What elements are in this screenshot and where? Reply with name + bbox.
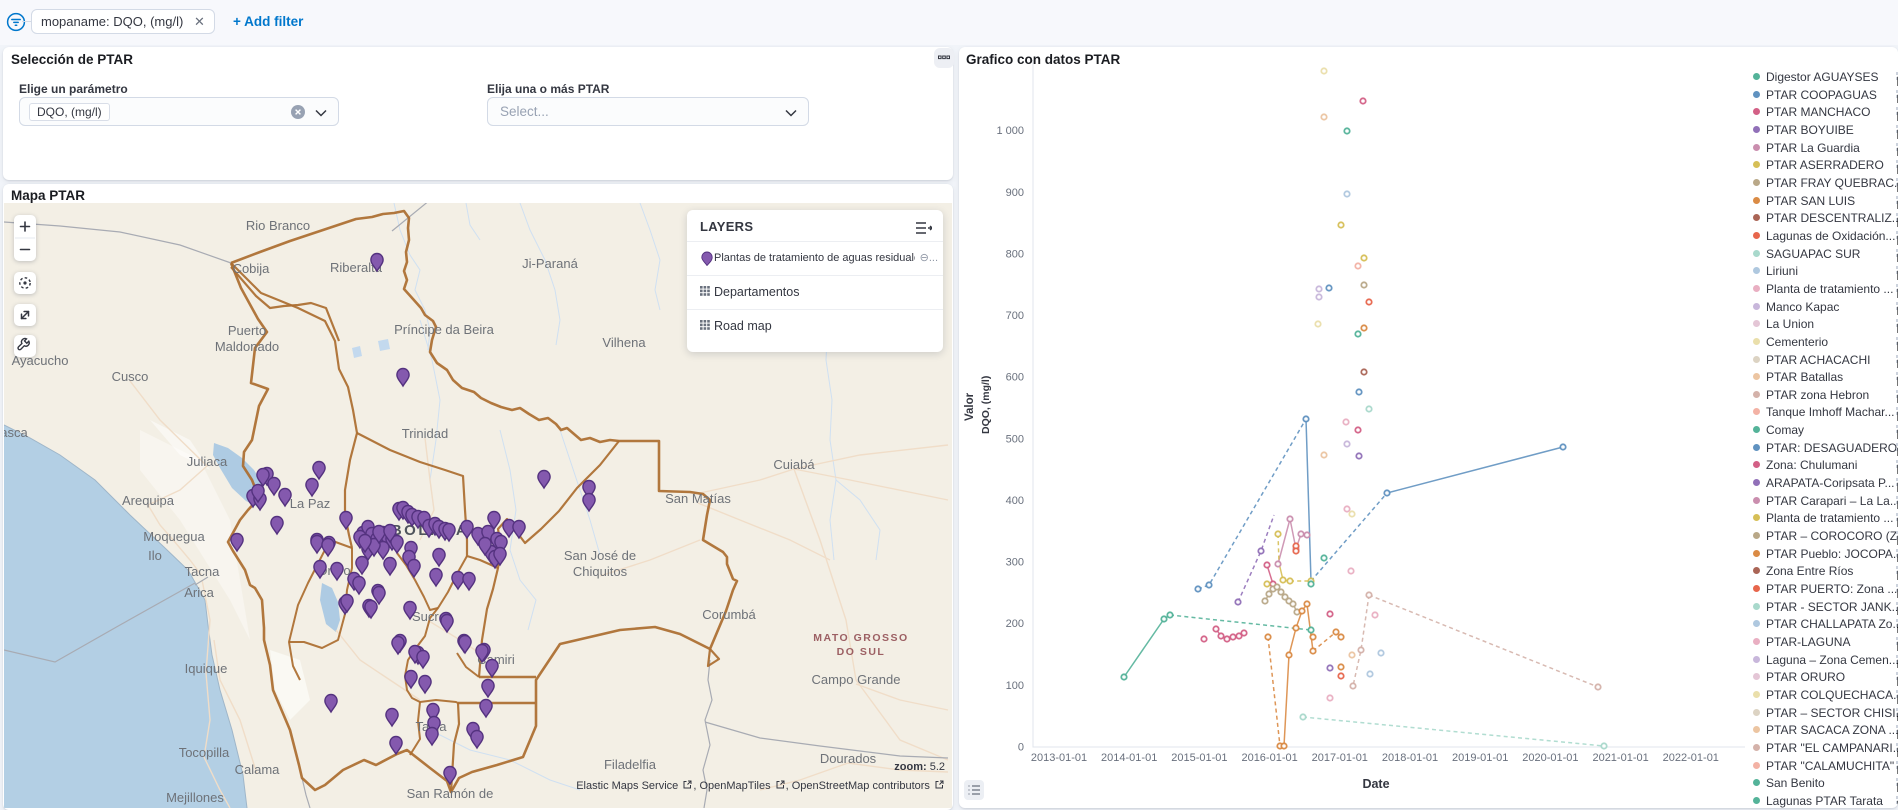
svg-text:Tacna: Tacna <box>185 564 220 579</box>
svg-text:Ji-Paraná: Ji-Paraná <box>522 256 578 271</box>
svg-text:MATO GROSSO: MATO GROSSO <box>813 632 908 644</box>
svg-text:700: 700 <box>1006 310 1024 322</box>
svg-text:La Paz: La Paz <box>290 496 330 511</box>
svg-text:Cuiabá: Cuiabá <box>773 457 815 472</box>
svg-text:2015-01-01: 2015-01-01 <box>1171 752 1227 764</box>
svg-text:Arequipa: Arequipa <box>122 493 175 508</box>
svg-text:Corumbá: Corumbá <box>702 607 756 622</box>
svg-text:San José de: San José de <box>564 548 636 563</box>
svg-text:San Ramón de: San Ramón de <box>407 786 494 801</box>
svg-text:Iquique: Iquique <box>185 661 228 676</box>
svg-text:Campo Grande: Campo Grande <box>812 672 901 687</box>
svg-text:Rio Branco: Rio Branco <box>246 218 310 233</box>
svg-text:Puerto: Puerto <box>228 323 266 338</box>
svg-text:Dourados: Dourados <box>820 751 877 766</box>
svg-text:Filadelfia: Filadelfia <box>604 757 657 772</box>
svg-text:San Matías: San Matías <box>665 491 731 506</box>
svg-text:Moquegua: Moquegua <box>143 529 205 544</box>
svg-text:0: 0 <box>1018 742 1024 754</box>
svg-text:DQO, (mg/l): DQO, (mg/l) <box>980 376 992 434</box>
svg-text:2019-01-01: 2019-01-01 <box>1452 752 1508 764</box>
svg-text:Príncipe da Beira: Príncipe da Beira <box>394 322 494 337</box>
svg-text:Arica: Arica <box>184 585 214 600</box>
svg-text:2016-01-01: 2016-01-01 <box>1241 752 1297 764</box>
svg-text:Trinidad: Trinidad <box>402 426 448 441</box>
svg-text:asca: asca <box>4 425 28 440</box>
svg-text:800: 800 <box>1006 249 1024 261</box>
svg-text:2018-01-01: 2018-01-01 <box>1382 752 1438 764</box>
svg-text:Cobija: Cobija <box>233 261 271 276</box>
svg-text:300: 300 <box>1006 557 1024 569</box>
svg-text:1 000: 1 000 <box>996 125 1024 137</box>
svg-text:900: 900 <box>1006 187 1024 199</box>
svg-text:Tocopilla: Tocopilla <box>179 745 230 760</box>
svg-text:2020-01-01: 2020-01-01 <box>1522 752 1578 764</box>
svg-text:Valor: Valor <box>964 392 976 421</box>
svg-text:Chiquitos: Chiquitos <box>573 564 628 579</box>
svg-text:Date: Date <box>1362 777 1389 791</box>
svg-text:Maldonado: Maldonado <box>215 339 279 354</box>
svg-text:500: 500 <box>1006 433 1024 445</box>
svg-text:600: 600 <box>1006 372 1024 384</box>
svg-text:DO SUL: DO SUL <box>837 646 886 658</box>
svg-text:100: 100 <box>1006 680 1024 692</box>
svg-text:2021-01-01: 2021-01-01 <box>1592 752 1648 764</box>
svg-text:2022-01-01: 2022-01-01 <box>1663 752 1719 764</box>
svg-text:2013-01-01: 2013-01-01 <box>1031 752 1087 764</box>
svg-text:200: 200 <box>1006 618 1024 630</box>
svg-text:2014-01-01: 2014-01-01 <box>1101 752 1157 764</box>
svg-text:Mejillones: Mejillones <box>166 790 224 805</box>
svg-text:Vilhena: Vilhena <box>602 335 646 350</box>
svg-text:400: 400 <box>1006 495 1024 507</box>
svg-text:Cusco: Cusco <box>112 369 149 384</box>
svg-text:Calama: Calama <box>235 762 281 777</box>
svg-text:Ilo: Ilo <box>148 548 162 563</box>
svg-text:2017-01-01: 2017-01-01 <box>1312 752 1368 764</box>
svg-text:Juliaca: Juliaca <box>187 454 228 469</box>
